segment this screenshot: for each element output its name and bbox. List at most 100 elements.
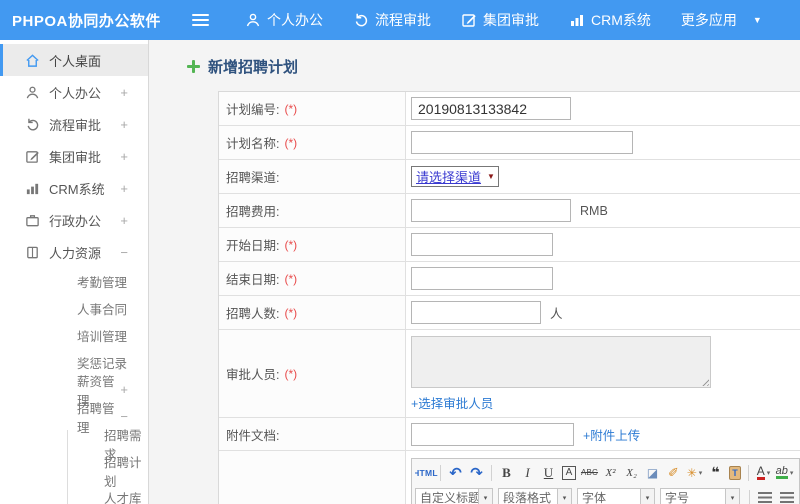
font-color-button[interactable]: A ▾ — [754, 463, 773, 483]
headcount-input[interactable] — [411, 301, 541, 324]
sidebar-item-process-approval[interactable]: 流程审批 + — [0, 108, 148, 140]
chevron-down-icon: ▾ — [789, 469, 794, 477]
required-mark: (*) — [284, 271, 298, 286]
field-label: 计划名称: — [226, 137, 280, 151]
nav-label: 流程审批 — [375, 12, 431, 28]
plan-name-input[interactable] — [411, 131, 633, 154]
field-label-cell: 招聘费用: — [219, 194, 406, 227]
paragraph-format-select[interactable]: 段落格式 ▾ — [498, 487, 572, 504]
menu-icon[interactable] — [192, 11, 209, 29]
strikethrough-button[interactable]: ABC — [580, 463, 599, 483]
approver-textarea[interactable] — [411, 336, 711, 388]
home-icon — [25, 53, 40, 68]
sidebar-item-reward-punishment[interactable]: 奖惩记录 — [0, 349, 148, 376]
nav-crm-system[interactable]: CRM系统 — [569, 10, 651, 30]
collapse-icon[interactable]: − — [120, 245, 128, 260]
remove-format-button[interactable]: ◪ — [643, 463, 662, 483]
toolbar-divider — [491, 464, 492, 481]
sidebar-item-recruit-plan[interactable]: 招聘计划 — [68, 456, 148, 489]
bold-button[interactable]: B — [497, 463, 516, 483]
font-size-select[interactable]: 字号 ▾ — [660, 487, 740, 504]
field-label-cell: 计划编号: (*) — [219, 92, 406, 125]
end-date-input[interactable] — [411, 267, 553, 290]
font-family-select[interactable]: 字体 ▾ — [577, 487, 655, 504]
sidebar-item-salary[interactable]: 薪资管理 + — [0, 375, 148, 408]
blockquote-button[interactable]: ❝ — [706, 463, 725, 483]
plan-number-input[interactable] — [411, 97, 571, 120]
field-cell — [406, 92, 800, 125]
start-date-input[interactable] — [411, 233, 553, 256]
chevron-down-icon: ▾ — [557, 488, 571, 504]
toolbar-divider — [749, 489, 750, 504]
align-center-icon[interactable] — [780, 492, 794, 503]
sidebar-item-label: 奖惩记录 — [77, 357, 128, 371]
editor-toolbar: HTML ↶ ↷ B I U A ABC X² X₂ ◪ ✐ ✳ ▾ ❝ T A… — [412, 459, 799, 504]
person-icon — [25, 85, 40, 100]
subscript-button[interactable]: X₂ — [622, 463, 641, 483]
superscript-button[interactable]: X² — [601, 463, 620, 483]
nav-group-approval[interactable]: 集团审批 — [461, 10, 539, 30]
field-cell — [406, 126, 800, 159]
highlight-icon: ab — [775, 465, 788, 479]
field-label: 附件文档: — [226, 428, 280, 443]
required-mark: (*) — [284, 366, 298, 381]
nav-more-apps[interactable]: 更多应用 ▼ — [681, 10, 762, 30]
field-cell: 人 — [406, 296, 800, 329]
editor-toolbar-row-2: 自定义标题 ▾ 段落格式 ▾ 字体 ▾ 字号 ▾ — [415, 485, 796, 504]
recruitment-submenu: 招聘需求 招聘计划 人才库 — [67, 429, 148, 504]
field-label-cell: 开始日期: (*) — [219, 228, 406, 261]
align-left-icon[interactable] — [758, 492, 772, 503]
undo-button[interactable]: ↶ — [446, 463, 465, 483]
sidebar-item-crm-system[interactable]: CRM系统 + — [0, 172, 148, 204]
toolbar-divider — [748, 464, 749, 481]
sidebar-item-hr-contract[interactable]: 人事合同 — [0, 295, 148, 322]
char-border-button[interactable]: A — [562, 465, 576, 480]
redo-button[interactable]: ↷ — [467, 463, 486, 483]
field-label: 招聘渠道: — [226, 171, 280, 185]
sidebar-item-training[interactable]: 培训管理 — [0, 322, 148, 349]
expand-icon[interactable]: + — [120, 213, 128, 228]
attachment-upload-link[interactable]: +附件上传 — [583, 425, 640, 444]
expand-icon[interactable]: + — [120, 181, 128, 196]
field-label: 计划编号: — [226, 103, 280, 117]
expand-icon[interactable]: + — [120, 117, 128, 132]
channel-select[interactable]: 请选择渠道 ▼ — [411, 166, 499, 187]
sidebar-item-personal-office[interactable]: 个人办公 + — [0, 76, 148, 108]
sidebar-item-attendance[interactable]: 考勤管理 — [0, 268, 148, 295]
format-brush-button[interactable]: ✐ — [664, 463, 683, 483]
sidebar-item-group-approval[interactable]: 集团审批 + — [0, 140, 148, 172]
select-approver-link[interactable]: +选择审批人员 — [411, 393, 493, 412]
html-source-button[interactable]: HTML — [415, 463, 438, 483]
chevron-down-icon: ▼ — [487, 172, 495, 181]
main-content: 新增招聘计划 计划编号: (*) 计划名称: (*) — [150, 40, 800, 504]
nav-label: 更多应用 — [680, 12, 737, 28]
expand-icon[interactable]: + — [120, 85, 128, 100]
table-row: HTML ↶ ↷ B I U A ABC X² X₂ ◪ ✐ ✳ ▾ ❝ T A… — [219, 451, 800, 504]
paste-text-button[interactable]: T — [729, 465, 741, 480]
underline-button[interactable]: U — [539, 463, 558, 483]
field-cell — [406, 228, 800, 261]
field-label-cell: 招聘人数: (*) — [219, 296, 406, 329]
nav-process-approval[interactable]: 流程审批 — [353, 10, 431, 30]
nav-label: 个人办公 — [267, 12, 323, 28]
nav-personal-office[interactable]: 个人办公 — [245, 10, 323, 30]
cost-input[interactable] — [411, 199, 571, 222]
required-mark: (*) — [284, 101, 298, 116]
attachment-input[interactable] — [411, 422, 574, 446]
collapse-icon[interactable]: − — [120, 409, 128, 424]
unit-suffix: 人 — [550, 307, 563, 321]
expand-icon[interactable]: + — [120, 149, 128, 164]
select-value: 字号 — [665, 491, 690, 504]
highlight-button[interactable]: ab ▾ — [775, 463, 794, 483]
autotypeset-button[interactable]: ✳ ▾ — [685, 463, 704, 483]
top-navigation: 个人办公 流程审批 集团审批 CRM系统 更多应用 ▼ — [245, 10, 792, 30]
sidebar-item-admin-office[interactable]: 行政办公 + — [0, 204, 148, 236]
expand-icon[interactable]: + — [120, 382, 128, 397]
table-row: 开始日期: (*) — [219, 228, 800, 262]
sidebar-item-human-resources[interactable]: 人力资源 − — [0, 236, 148, 268]
custom-title-select[interactable]: 自定义标题 ▾ — [415, 487, 493, 504]
sidebar-item-personal-desktop[interactable]: 个人桌面 — [0, 44, 148, 76]
sidebar-item-label: 行政办公 — [49, 213, 102, 229]
italic-button[interactable]: I — [518, 463, 537, 483]
select-value: 字体 — [582, 491, 607, 504]
